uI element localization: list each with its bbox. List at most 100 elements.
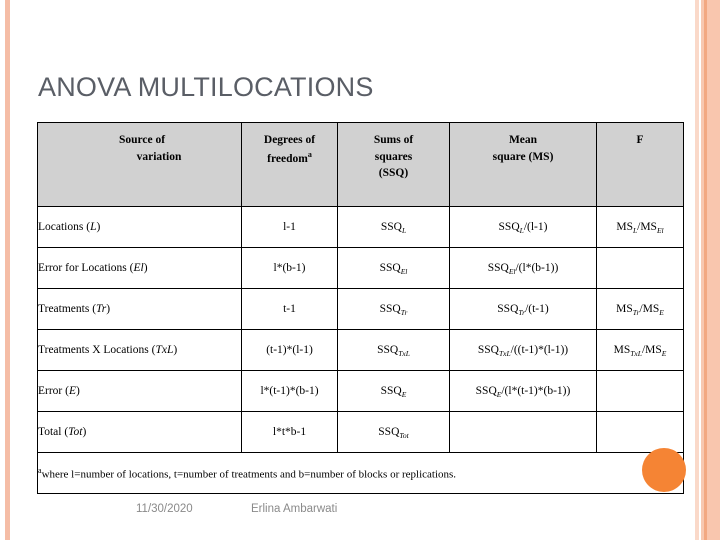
cell-degrees-of-freedom: l*(b-1) — [241, 247, 338, 289]
cell-source-variation: Treatments X Locations (TxL) — [37, 329, 242, 371]
ssq-base: SSQ — [379, 303, 401, 315]
f-denominator-base: /MS — [639, 303, 660, 315]
ssq-subscript: L — [401, 226, 407, 235]
ssq-subscript: Tot — [399, 431, 409, 440]
cell-degrees-of-freedom: l-1 — [241, 206, 338, 248]
ms-subscript: L — [519, 226, 524, 235]
orange-circle-decoration — [642, 448, 686, 492]
cell-sums-of-squares: SSQTxL — [337, 329, 450, 371]
table-header-row: Source of variation Degrees of freedoma … — [37, 122, 684, 207]
cell-f-ratio: MSTr/MSE — [596, 288, 684, 330]
source-symbol: El — [133, 262, 144, 274]
source-text: Locations ( — [38, 221, 91, 233]
ms-base: SSQ — [477, 344, 499, 356]
f-denominator-subscript: E — [659, 308, 664, 317]
f-numerator-base: MS — [613, 344, 631, 356]
ms-subscript: E — [496, 390, 502, 399]
cell-source-variation: Locations (L) — [37, 206, 242, 248]
ms-divisor: /((t-1)*(l-1)) — [510, 344, 569, 356]
f-numerator-subscript: Tr — [632, 308, 640, 317]
source-close: ) — [106, 303, 111, 315]
df-header-line1: Degrees of — [263, 134, 316, 146]
cell-mean-square: SSQEl/(l*(b-1)) — [449, 247, 597, 289]
table-row: Locations (L) l-1 SSQL SSQL/(l-1) MSL/MS… — [37, 206, 684, 248]
right-edge-stripe-outer — [695, 0, 699, 540]
cell-sums-of-squares: SSQL — [337, 206, 450, 248]
source-text: Error ( — [38, 385, 69, 397]
column-header-mean-square: Mean square (MS) — [449, 122, 597, 207]
cell-mean-square: SSQTr/(t-1) — [449, 288, 597, 330]
ssq-subscript: Tr — [400, 308, 408, 317]
ms-base: SSQ — [497, 303, 519, 315]
ssq-header-line3: (SSQ) — [378, 167, 409, 180]
ssq-base: SSQ — [380, 221, 402, 233]
cell-f-ratio — [596, 411, 684, 453]
ssq-header-line1: Sums of — [373, 134, 414, 146]
source-close: ) — [82, 426, 87, 438]
source-symbol: Tot — [68, 426, 83, 438]
table-row: Error for Locations (El) l*(b-1) SSQEl S… — [37, 247, 684, 289]
ssq-base: SSQ — [378, 426, 400, 438]
ms-divisor: /(l-1) — [523, 221, 548, 233]
ms-divisor: /(t-1) — [525, 303, 549, 315]
f-numerator-base: MS — [616, 303, 633, 315]
cell-f-ratio: MSTxL/MSE — [596, 329, 684, 371]
table-footnote-row: awhere l=number of locations, t=number o… — [37, 452, 684, 494]
ssq-base: SSQ — [380, 385, 402, 397]
cell-f-ratio — [596, 370, 684, 412]
f-numerator-subscript: TxL — [630, 349, 642, 358]
f-denominator-base: /MS — [641, 344, 662, 356]
source-text: Treatments ( — [38, 303, 97, 315]
ms-header-line1: Mean — [508, 134, 538, 146]
ms-subscript: Tr — [518, 308, 526, 317]
slide-title: ANOVA MULTILOCATIONS — [38, 72, 374, 102]
ssq-subscript: El — [400, 267, 408, 276]
table-row: Total (Tot) l*t*b-1 SSQTot — [37, 411, 684, 453]
ms-subscript: TxL — [498, 349, 511, 358]
cell-sums-of-squares: SSQTr — [337, 288, 450, 330]
cell-degrees-of-freedom: (t-1)*(l-1) — [241, 329, 338, 371]
table-row: Treatments X Locations (TxL) (t-1)*(l-1)… — [37, 329, 684, 371]
column-header-sums-of-squares: Sums of squares (SSQ) — [337, 122, 450, 207]
cell-mean-square: SSQL/(l-1) — [449, 206, 597, 248]
f-numerator-subscript: L — [632, 226, 638, 235]
footer-date: 11/30/2020 — [136, 503, 193, 515]
cell-f-ratio — [596, 247, 684, 289]
source-text: Total ( — [38, 426, 69, 438]
df-header-superscript: a — [307, 149, 312, 159]
cell-degrees-of-freedom: t-1 — [241, 288, 338, 330]
df-header-line2: freedom — [267, 152, 308, 165]
source-symbol: TxL — [155, 344, 174, 356]
ms-divisor: /(l*(b-1)) — [515, 262, 559, 274]
source-close: ) — [96, 221, 101, 233]
f-denominator-base: /MS — [637, 221, 657, 233]
cell-source-variation: Error (E) — [37, 370, 242, 412]
source-symbol: E — [68, 385, 76, 397]
source-header-line1: Source of — [118, 134, 166, 146]
cell-source-variation: Total (Tot) — [37, 411, 242, 453]
source-close: ) — [143, 262, 148, 274]
footer-author: Erlina Ambarwati — [251, 503, 338, 515]
ms-base: SSQ — [498, 221, 520, 233]
cell-degrees-of-freedom: l*t*b-1 — [241, 411, 338, 453]
table-row: Error (E) l*(t-1)*(b-1) SSQE SSQE/(l*(t-… — [37, 370, 684, 412]
source-symbol: Tr — [96, 303, 107, 315]
ms-base: SSQ — [475, 385, 497, 397]
source-text: Treatments X Locations ( — [38, 344, 156, 356]
ssq-base: SSQ — [377, 344, 399, 356]
cell-mean-square: SSQTxL/((t-1)*(l-1)) — [449, 329, 597, 371]
ssq-subscript: TxL — [398, 349, 410, 358]
column-header-degrees-of-freedom: Degrees of freedoma — [241, 122, 338, 207]
left-edge-stripe — [5, 0, 10, 540]
source-header-line2: variation — [136, 150, 182, 163]
f-denominator-subscript: E — [661, 349, 667, 358]
cell-sums-of-squares: SSQEl — [337, 247, 450, 289]
anova-table: Source of variation Degrees of freedoma … — [37, 122, 684, 494]
cell-mean-square — [449, 411, 597, 453]
cell-f-ratio: MSL/MSEl — [596, 206, 684, 248]
ssq-subscript: E — [401, 390, 407, 399]
source-close: ) — [76, 385, 80, 397]
footnote-cell: awhere l=number of locations, t=number o… — [37, 452, 684, 494]
cell-mean-square: SSQE/(l*(t-1)*(b-1)) — [449, 370, 597, 412]
ms-subscript: El — [508, 267, 516, 276]
